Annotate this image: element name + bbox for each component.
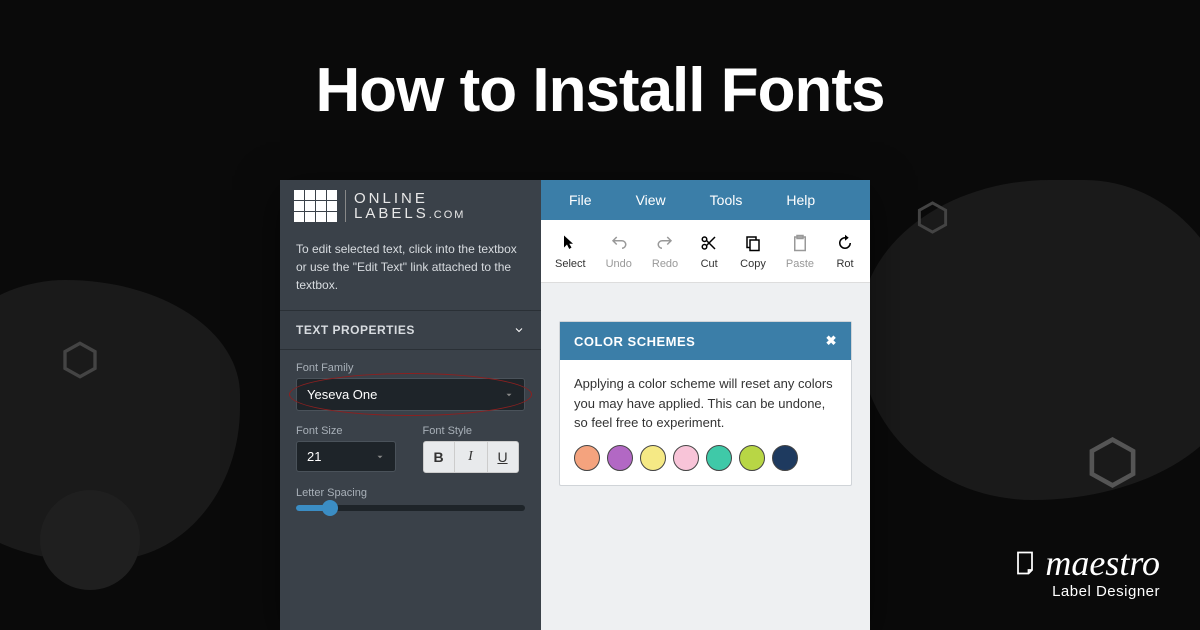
panel-description: Applying a color scheme will reset any c… bbox=[574, 374, 837, 433]
color-swatch[interactable] bbox=[640, 445, 666, 471]
scissors-icon bbox=[698, 232, 720, 254]
text-properties-panel: Font Family Yeseva One Font Size 21 Font… bbox=[280, 350, 541, 523]
font-size-value: 21 bbox=[307, 449, 321, 464]
undo-icon bbox=[608, 232, 630, 254]
color-swatch[interactable] bbox=[772, 445, 798, 471]
logo-line1: ONLINE bbox=[354, 191, 465, 206]
panel-title: COLOR SCHEMES bbox=[574, 334, 695, 349]
section-title: TEXT PROPERTIES bbox=[296, 323, 415, 337]
tool-redo[interactable]: Redo bbox=[642, 228, 688, 274]
divider bbox=[345, 190, 346, 222]
toolbar: Select Undo Redo Cut Copy Paste bbox=[541, 220, 870, 283]
menubar: File View Tools Help bbox=[541, 180, 870, 220]
logo-grid-icon bbox=[294, 190, 337, 222]
color-swatch[interactable] bbox=[739, 445, 765, 471]
brand-logo: maestro Label Designer bbox=[1011, 545, 1160, 600]
rotate-icon bbox=[834, 232, 856, 254]
menu-file[interactable]: File bbox=[547, 180, 614, 220]
logo: ONLINE LABELS.COM bbox=[280, 180, 541, 228]
font-family-dropdown[interactable]: Yeseva One bbox=[296, 378, 525, 411]
page-title: How to Install Fonts bbox=[0, 0, 1200, 126]
letter-spacing-label: Letter Spacing bbox=[296, 487, 525, 499]
menu-help[interactable]: Help bbox=[764, 180, 837, 220]
app-window: ONLINE LABELS.COM To edit selected text,… bbox=[280, 180, 870, 630]
tool-label: Copy bbox=[740, 258, 766, 270]
tool-label: Rot bbox=[836, 258, 853, 270]
slider-thumb[interactable] bbox=[322, 500, 338, 516]
bold-button[interactable]: B bbox=[423, 441, 455, 473]
redo-icon bbox=[654, 232, 676, 254]
close-icon[interactable]: ✖ bbox=[826, 333, 837, 349]
menu-view[interactable]: View bbox=[614, 180, 688, 220]
main-area: File View Tools Help Select Undo Redo Cu… bbox=[541, 180, 870, 630]
copy-icon bbox=[742, 232, 764, 254]
hexagon-icon bbox=[60, 340, 100, 380]
color-swatch[interactable] bbox=[574, 445, 600, 471]
tool-select[interactable]: Select bbox=[545, 228, 596, 274]
logo-line2: LABELS.COM bbox=[354, 206, 465, 221]
caret-down-icon bbox=[504, 390, 514, 400]
hexagon-icon bbox=[915, 200, 950, 235]
tool-label: Select bbox=[555, 258, 586, 270]
letter-spacing-slider[interactable] bbox=[296, 505, 525, 511]
brand-name: maestro bbox=[1045, 545, 1160, 581]
italic-button[interactable]: I bbox=[455, 441, 487, 473]
canvas-area: COLOR SCHEMES ✖ Applying a color scheme … bbox=[541, 283, 870, 630]
cursor-icon bbox=[559, 232, 581, 254]
sidebar: ONLINE LABELS.COM To edit selected text,… bbox=[280, 180, 541, 630]
font-family-value: Yeseva One bbox=[307, 387, 377, 402]
section-text-properties[interactable]: TEXT PROPERTIES bbox=[280, 310, 541, 350]
tool-undo[interactable]: Undo bbox=[596, 228, 642, 274]
font-style-label: Font Style bbox=[423, 425, 526, 437]
panel-header: COLOR SCHEMES ✖ bbox=[560, 322, 851, 360]
hexagon-icon bbox=[1085, 435, 1140, 490]
brand-subtitle: Label Designer bbox=[1011, 583, 1160, 600]
tool-label: Undo bbox=[606, 258, 632, 270]
hint-text: To edit selected text, click into the te… bbox=[280, 228, 541, 310]
menu-tools[interactable]: Tools bbox=[688, 180, 765, 220]
color-swatch[interactable] bbox=[673, 445, 699, 471]
chevron-down-icon bbox=[513, 324, 525, 336]
font-family-label: Font Family bbox=[296, 362, 525, 374]
font-size-label: Font Size bbox=[296, 425, 399, 437]
paste-icon bbox=[789, 232, 811, 254]
page-icon bbox=[1011, 549, 1039, 577]
logo-text: ONLINE LABELS.COM bbox=[354, 191, 465, 221]
tool-paste[interactable]: Paste bbox=[776, 228, 824, 274]
tool-label: Cut bbox=[701, 258, 718, 270]
bg-circle bbox=[40, 490, 140, 590]
bg-blob bbox=[860, 180, 1200, 500]
caret-down-icon bbox=[375, 452, 385, 462]
color-swatch[interactable] bbox=[607, 445, 633, 471]
tool-rotate[interactable]: Rot bbox=[824, 228, 866, 274]
font-style-buttons: B I U bbox=[423, 441, 526, 473]
font-size-input[interactable]: 21 bbox=[296, 441, 396, 472]
color-swatches bbox=[574, 445, 837, 471]
panel-body: Applying a color scheme will reset any c… bbox=[560, 360, 851, 485]
tool-label: Redo bbox=[652, 258, 678, 270]
color-swatch[interactable] bbox=[706, 445, 732, 471]
color-schemes-panel: COLOR SCHEMES ✖ Applying a color scheme … bbox=[559, 321, 852, 486]
tool-cut[interactable]: Cut bbox=[688, 228, 730, 274]
tool-copy[interactable]: Copy bbox=[730, 228, 776, 274]
tool-label: Paste bbox=[786, 258, 814, 270]
underline-button[interactable]: U bbox=[487, 441, 519, 473]
